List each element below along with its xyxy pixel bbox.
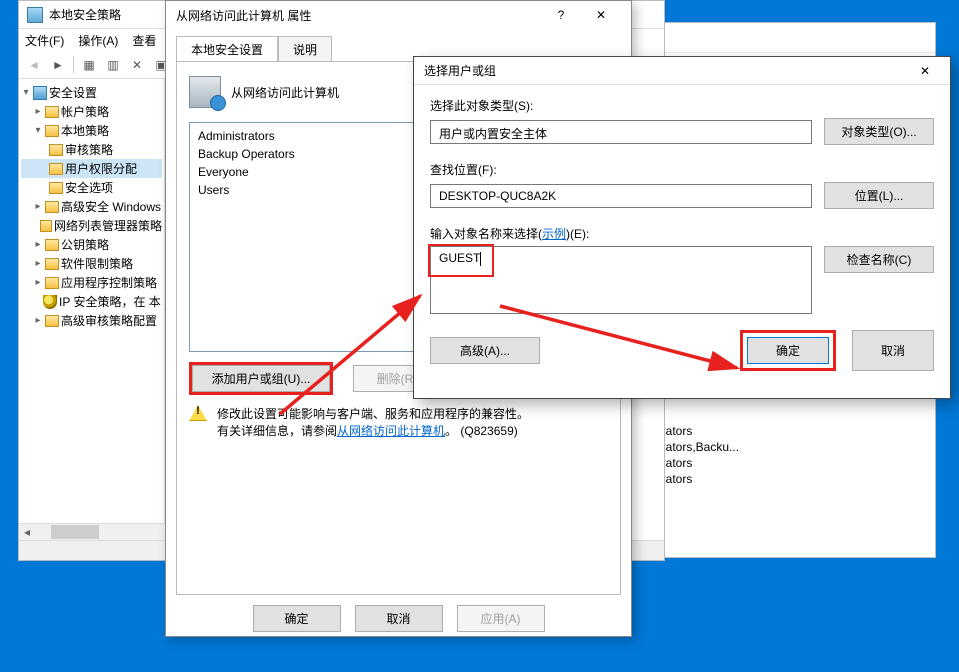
- tree-item-network-list[interactable]: 网络列表管理器策略: [21, 216, 162, 235]
- security-icon: [33, 86, 47, 100]
- folder-icon: [45, 201, 59, 213]
- cancel-button[interactable]: 取消: [852, 330, 934, 371]
- shield-icon: [43, 295, 57, 309]
- ok-button[interactable]: 确定: [253, 605, 341, 632]
- tree-panel[interactable]: ▾ 安全设置 ▸帐户策略 ▾本地策略 审核策略 用户权限分配 安全选项 ▸高级安…: [19, 79, 165, 540]
- annotation-arrow: [265, 286, 435, 436]
- tree-item-account[interactable]: ▸帐户策略: [21, 102, 162, 121]
- list-item[interactable]: t: [637, 505, 935, 521]
- tree-item-audit[interactable]: 审核策略: [21, 140, 162, 159]
- folder-icon: [49, 182, 63, 194]
- folder-icon: [40, 220, 52, 232]
- tree-item-local[interactable]: ▾本地策略: [21, 121, 162, 140]
- up-button[interactable]: ▦: [78, 54, 100, 76]
- dialog-title: 从网络访问此计算机 属性: [176, 7, 311, 24]
- annotation-arrow: [492, 298, 752, 388]
- close-button[interactable]: [581, 3, 621, 27]
- warning-icon: [189, 405, 207, 421]
- tab-local-security[interactable]: 本地安全设置: [176, 36, 278, 62]
- object-type-field: 用户或内置安全主体: [430, 120, 812, 144]
- tree-item-ipsec[interactable]: IP 安全策略，在 本: [21, 292, 162, 311]
- list-item[interactable]: nistrators: [637, 423, 935, 439]
- tree-item-software-restriction[interactable]: ▸软件限制策略: [21, 254, 162, 273]
- app-icon: [27, 7, 43, 23]
- annotation-box: [428, 244, 494, 277]
- tab-explain[interactable]: 说明: [278, 36, 332, 62]
- tree-root[interactable]: ▾ 安全设置: [21, 83, 162, 102]
- tree-item-app-control[interactable]: ▸应用程序控制策略: [21, 273, 162, 292]
- help-button[interactable]: [541, 3, 581, 27]
- tree-item-security-options[interactable]: 安全选项: [21, 178, 162, 197]
- tree-item-advanced-audit[interactable]: ▸高级审核策略配置: [21, 311, 162, 330]
- delete-button[interactable]: ✕: [126, 54, 148, 76]
- close-button[interactable]: [910, 59, 940, 83]
- list-item[interactable]: nistrators: [637, 455, 935, 471]
- dialog-titlebar[interactable]: 选择用户或组: [414, 57, 950, 85]
- tree-item-firewall[interactable]: ▸高级安全 Windows: [21, 197, 162, 216]
- tree-item-public-key[interactable]: ▸公钥策略: [21, 235, 162, 254]
- folder-icon: [45, 239, 59, 251]
- forward-button[interactable]: ►: [47, 54, 69, 76]
- menu-view[interactable]: 查看: [132, 32, 156, 49]
- dialog-title: 选择用户或组: [424, 62, 496, 79]
- location-label: 查找位置(F):: [430, 161, 934, 178]
- network-access-icon: [189, 76, 221, 108]
- ok-button[interactable]: 确定: [747, 337, 829, 364]
- list-item[interactable]: t: [637, 489, 935, 505]
- folder-icon: [49, 163, 63, 175]
- apply-button: 应用(A): [457, 605, 545, 632]
- back-button: ◄: [23, 54, 45, 76]
- object-name-label: 输入对象名称来选择(示例)(E):: [430, 225, 934, 242]
- policy-name: 从网络访问此计算机: [231, 84, 339, 101]
- horizontal-scrollbar[interactable]: ◂: [19, 523, 165, 540]
- object-types-button[interactable]: 对象类型(O)...: [824, 118, 934, 145]
- menu-action[interactable]: 操作(A): [78, 32, 118, 49]
- menu-file[interactable]: 文件(F): [25, 32, 64, 49]
- folder-icon: [49, 144, 63, 156]
- example-link[interactable]: 示例: [542, 227, 566, 241]
- view-button[interactable]: ▥: [102, 54, 124, 76]
- folder-icon: [45, 125, 59, 137]
- locations-button[interactable]: 位置(L)...: [824, 182, 934, 209]
- tree-item-user-rights[interactable]: 用户权限分配: [21, 159, 162, 178]
- dialog-titlebar[interactable]: 从网络访问此计算机 属性: [166, 1, 631, 29]
- folder-icon: [45, 277, 59, 289]
- folder-icon: [45, 315, 59, 327]
- folder-icon: [45, 106, 59, 118]
- list-item[interactable]: nistrators,Backu...: [637, 439, 935, 455]
- window-title: 本地安全策略: [49, 6, 121, 23]
- object-type-label: 选择此对象类型(S):: [430, 97, 934, 114]
- cancel-button[interactable]: 取消: [355, 605, 443, 632]
- check-names-button[interactable]: 检查名称(C): [824, 246, 934, 273]
- list-item[interactable]: nistrators: [637, 471, 935, 487]
- location-field: DESKTOP-QUC8A2K: [430, 184, 812, 208]
- folder-icon: [45, 258, 59, 270]
